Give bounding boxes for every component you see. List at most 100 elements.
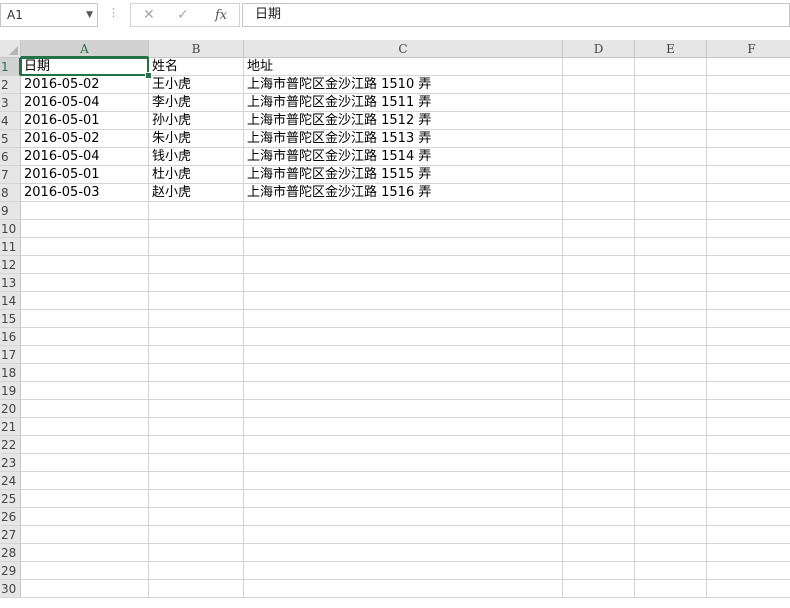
cell-a7[interactable]: 2016-05-01: [21, 166, 149, 184]
cell-c8[interactable]: 上海市普陀区金沙江路 1516 弄: [244, 184, 563, 202]
cell-e18[interactable]: [635, 364, 707, 382]
cell-c3[interactable]: 上海市普陀区金沙江路 1511 弄: [244, 94, 563, 112]
cell-b3[interactable]: 李小虎: [149, 94, 244, 112]
cell-d28[interactable]: [563, 544, 635, 562]
cell-a4[interactable]: 2016-05-01: [21, 112, 149, 130]
cell-c16[interactable]: [244, 328, 563, 346]
cell-a5[interactable]: 2016-05-02: [21, 130, 149, 148]
cell-c28[interactable]: [244, 544, 563, 562]
name-box[interactable]: A1 ▼: [0, 3, 98, 27]
cell-b9[interactable]: [149, 202, 244, 220]
cell-e9[interactable]: [635, 202, 707, 220]
row-header[interactable]: 24: [0, 472, 21, 490]
cell-a6[interactable]: 2016-05-04: [21, 148, 149, 166]
cell-e28[interactable]: [635, 544, 707, 562]
cell-b11[interactable]: [149, 238, 244, 256]
cell-a8[interactable]: 2016-05-03: [21, 184, 149, 202]
cell-b6[interactable]: 钱小虎: [149, 148, 244, 166]
cell-f9[interactable]: [707, 202, 790, 220]
cell-a28[interactable]: [21, 544, 149, 562]
row-header[interactable]: 30: [0, 580, 21, 598]
cell-e11[interactable]: [635, 238, 707, 256]
cell-f20[interactable]: [707, 400, 790, 418]
column-header-c[interactable]: C: [244, 40, 563, 58]
cell-d20[interactable]: [563, 400, 635, 418]
cell-b27[interactable]: [149, 526, 244, 544]
cell-f15[interactable]: [707, 310, 790, 328]
cell-c15[interactable]: [244, 310, 563, 328]
row-header[interactable]: 5: [0, 130, 21, 148]
cell-b22[interactable]: [149, 436, 244, 454]
cell-e14[interactable]: [635, 292, 707, 310]
cell-f14[interactable]: [707, 292, 790, 310]
cell-b13[interactable]: [149, 274, 244, 292]
cell-f11[interactable]: [707, 238, 790, 256]
cell-f8[interactable]: [707, 184, 790, 202]
cell-b19[interactable]: [149, 382, 244, 400]
cell-a24[interactable]: [21, 472, 149, 490]
cell-b2[interactable]: 王小虎: [149, 76, 244, 94]
row-header[interactable]: 13: [0, 274, 21, 292]
cell-e23[interactable]: [635, 454, 707, 472]
cell-b24[interactable]: [149, 472, 244, 490]
cell-e15[interactable]: [635, 310, 707, 328]
cell-c1[interactable]: 地址: [244, 58, 563, 76]
cell-e13[interactable]: [635, 274, 707, 292]
cell-f5[interactable]: [707, 130, 790, 148]
cell-b14[interactable]: [149, 292, 244, 310]
cell-f22[interactable]: [707, 436, 790, 454]
column-header-a[interactable]: A: [21, 40, 149, 58]
cell-e26[interactable]: [635, 508, 707, 526]
cell-f4[interactable]: [707, 112, 790, 130]
cell-b20[interactable]: [149, 400, 244, 418]
row-header[interactable]: 22: [0, 436, 21, 454]
cell-d19[interactable]: [563, 382, 635, 400]
row-header[interactable]: 21: [0, 418, 21, 436]
cell-d23[interactable]: [563, 454, 635, 472]
cell-c19[interactable]: [244, 382, 563, 400]
cell-b7[interactable]: 杜小虎: [149, 166, 244, 184]
cell-a14[interactable]: [21, 292, 149, 310]
cell-e5[interactable]: [635, 130, 707, 148]
cell-d7[interactable]: [563, 166, 635, 184]
cell-a20[interactable]: [21, 400, 149, 418]
cell-d12[interactable]: [563, 256, 635, 274]
cell-b28[interactable]: [149, 544, 244, 562]
row-header[interactable]: 17: [0, 346, 21, 364]
cell-b26[interactable]: [149, 508, 244, 526]
row-header[interactable]: 18: [0, 364, 21, 382]
cell-c23[interactable]: [244, 454, 563, 472]
cell-b5[interactable]: 朱小虎: [149, 130, 244, 148]
cell-a30[interactable]: [21, 580, 149, 598]
row-header[interactable]: 20: [0, 400, 21, 418]
cell-d1[interactable]: [563, 58, 635, 76]
cell-b16[interactable]: [149, 328, 244, 346]
cell-e8[interactable]: [635, 184, 707, 202]
cell-e7[interactable]: [635, 166, 707, 184]
cell-f10[interactable]: [707, 220, 790, 238]
cell-a10[interactable]: [21, 220, 149, 238]
confirm-icon[interactable]: ✓: [177, 7, 189, 23]
row-header[interactable]: 10: [0, 220, 21, 238]
cell-f19[interactable]: [707, 382, 790, 400]
cell-f17[interactable]: [707, 346, 790, 364]
cell-e21[interactable]: [635, 418, 707, 436]
cell-e24[interactable]: [635, 472, 707, 490]
cell-c18[interactable]: [244, 364, 563, 382]
row-header[interactable]: 27: [0, 526, 21, 544]
cell-b30[interactable]: [149, 580, 244, 598]
cell-b10[interactable]: [149, 220, 244, 238]
cell-e1[interactable]: [635, 58, 707, 76]
cell-d5[interactable]: [563, 130, 635, 148]
cell-d16[interactable]: [563, 328, 635, 346]
cell-d10[interactable]: [563, 220, 635, 238]
chevron-down-icon[interactable]: ▼: [86, 4, 93, 26]
cell-e12[interactable]: [635, 256, 707, 274]
cell-c17[interactable]: [244, 346, 563, 364]
cell-c11[interactable]: [244, 238, 563, 256]
cell-d18[interactable]: [563, 364, 635, 382]
row-header[interactable]: 14: [0, 292, 21, 310]
cell-d4[interactable]: [563, 112, 635, 130]
cell-f27[interactable]: [707, 526, 790, 544]
cell-a23[interactable]: [21, 454, 149, 472]
